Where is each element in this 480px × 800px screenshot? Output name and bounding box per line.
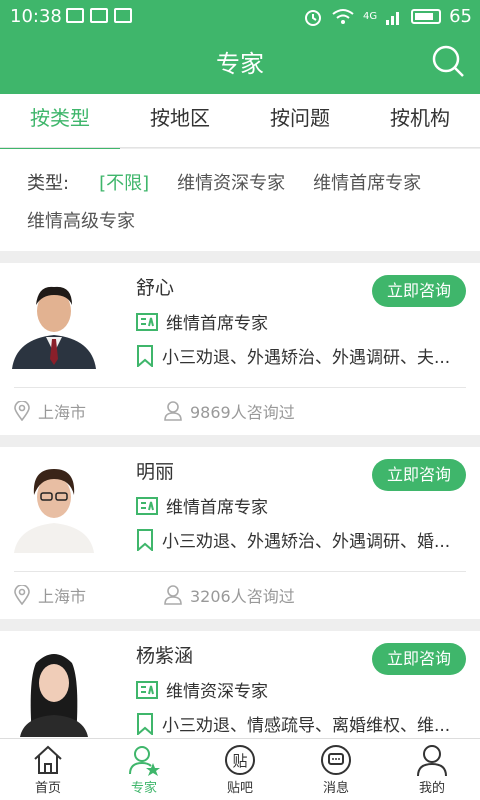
location-pin-icon — [14, 585, 30, 605]
nav-profile-label: 我的 — [418, 781, 445, 796]
nav-messages[interactable]: 消息 — [288, 739, 384, 800]
type-filter: 类型: [不限] 维情资深专家 维情首席专家 维情高级专家 — [0, 149, 480, 251]
bottom-nav: 首页 专家 贴 贴吧 消息 我的 — [0, 738, 480, 800]
home-icon — [34, 745, 62, 774]
expert-card[interactable]: 明丽 立即咨询 维情首席专家 小三劝退、外遇矫治、外遇调研、婚... 上海市 3… — [0, 447, 480, 619]
filter-option-chief[interactable]: 维情首席专家 — [313, 169, 421, 195]
expert-title: 维情资深专家 — [166, 682, 268, 702]
expert-name: 明丽 — [136, 461, 175, 483]
svg-text:贴: 贴 — [232, 752, 247, 770]
search-icon[interactable] — [430, 43, 466, 79]
alarm-icon — [304, 9, 321, 26]
divider — [14, 571, 466, 572]
expert-card[interactable]: 舒心 立即咨询 维情首席专家 小三劝退、外遇矫治、外遇调研、夫... 上海市 9… — [0, 263, 480, 435]
message-icon — [321, 745, 351, 775]
filter-option-advanced[interactable]: 维情高级专家 — [27, 207, 135, 233]
tab-by-institution[interactable]: 按机构 — [360, 94, 480, 147]
tab-by-type[interactable]: 按类型 — [0, 94, 120, 152]
category-tabs: 按类型 按地区 按问题 按机构 — [0, 94, 480, 152]
certificate-icon — [136, 680, 158, 699]
app-bar: 专家 — [0, 34, 480, 94]
battery-level: 65 — [449, 6, 472, 27]
expert-specialties: 小三劝退、外遇矫治、外遇调研、婚... — [162, 532, 451, 552]
expert-city: 上海市 — [38, 587, 87, 606]
expert-specialties: 小三劝退、情感疏导、离婚维权、维... — [162, 716, 451, 736]
person-icon — [164, 401, 182, 421]
status-bar: 10:38 4G 65 — [0, 0, 480, 34]
image-notification-icon — [66, 8, 84, 23]
nav-messages-label: 消息 — [322, 781, 349, 796]
expert-title: 维情首席专家 — [166, 498, 268, 518]
network-type: 4G — [362, 11, 378, 22]
mail-notification-icon — [114, 8, 132, 23]
expert-photo — [6, 457, 102, 553]
divider — [14, 387, 466, 388]
tab-by-region[interactable]: 按地区 — [120, 94, 240, 147]
chat-notification-icon — [90, 8, 108, 23]
expert-name: 杨紫涵 — [136, 645, 194, 667]
consult-count: 9869人咨询过 — [190, 403, 295, 422]
expert-city: 上海市 — [38, 403, 87, 422]
filter-label: 类型: — [27, 173, 70, 194]
battery-icon — [411, 9, 442, 24]
nav-expert[interactable]: 专家 — [96, 739, 192, 800]
filter-option-senior[interactable]: 维情资深专家 — [177, 169, 285, 195]
certificate-icon — [136, 312, 158, 331]
expert-title: 维情首席专家 — [166, 314, 268, 334]
expert-name: 舒心 — [136, 277, 175, 299]
expert-icon — [129, 746, 160, 776]
nav-home[interactable]: 首页 — [0, 739, 96, 800]
bookmark-icon — [137, 344, 153, 367]
person-icon — [164, 585, 182, 605]
certificate-icon — [136, 496, 158, 515]
page-title: 专家 — [216, 50, 264, 78]
tab-by-issue[interactable]: 按问题 — [240, 94, 360, 147]
nav-forum[interactable]: 贴 贴吧 — [192, 739, 288, 800]
nav-forum-label: 贴吧 — [226, 781, 253, 796]
location-pin-icon — [14, 401, 30, 421]
consult-now-button[interactable]: 立即咨询 — [372, 643, 466, 675]
consult-now-button[interactable]: 立即咨询 — [372, 459, 466, 491]
nav-home-label: 首页 — [34, 781, 61, 796]
wifi-icon — [332, 8, 354, 24]
signal-icon — [386, 11, 400, 25]
bookmark-icon — [137, 712, 153, 735]
expert-photo — [6, 273, 102, 369]
profile-icon — [417, 745, 447, 777]
bookmark-icon — [137, 528, 153, 551]
status-time: 10:38 — [10, 6, 62, 27]
nav-expert-label: 专家 — [130, 781, 157, 796]
nav-profile[interactable]: 我的 — [384, 739, 480, 800]
consult-count: 3206人咨询过 — [190, 587, 295, 606]
forum-icon: 贴 — [225, 745, 255, 775]
expert-specialties: 小三劝退、外遇矫治、外遇调研、夫... — [162, 348, 451, 368]
filter-option-all[interactable]: [不限] — [99, 169, 149, 195]
consult-now-button[interactable]: 立即咨询 — [372, 275, 466, 307]
expert-photo — [6, 641, 102, 737]
